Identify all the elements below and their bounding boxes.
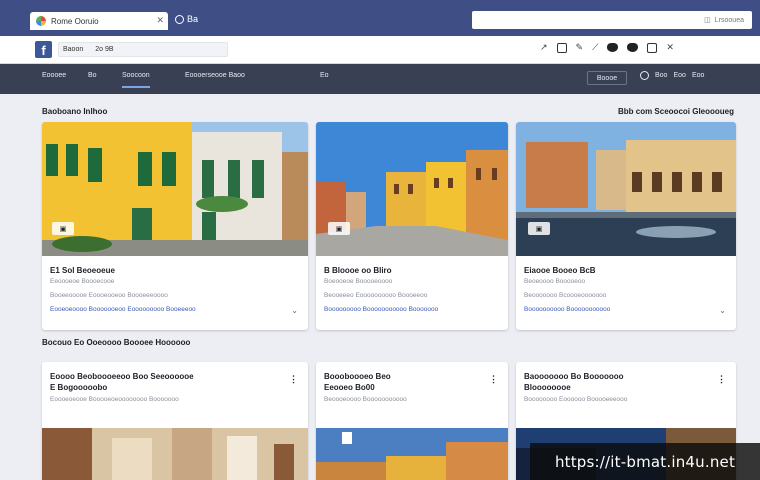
photo-badge: ▣ [328,222,350,235]
card-subtitle: Beoeoooo Booooeoo [524,278,586,285]
section-title-1: Baoboano Inlhoo [42,107,108,116]
nav-right-item-1[interactable]: Boo [655,72,667,79]
more-vertical-icon[interactable]: ⋮ [489,374,498,385]
bookmark-icon[interactable] [647,42,658,53]
close-icon[interactable]: ✕ [156,15,164,26]
chevron-down-icon[interactable]: ⌄ [291,306,298,315]
tab-search-icon: ◫ [704,17,711,24]
card-subtitle: Boeooeoe Booooeoooo [324,278,393,285]
more-vertical-icon[interactable]: ⋮ [289,374,298,385]
card-title: Eiaooe Booeo BcB [524,266,596,275]
nav-item-1[interactable]: Eoooee [42,72,66,79]
place-card-1[interactable]: ▣ E1 Sol Beoeoeue Eeoooeoe Boooecooe Boo… [42,122,308,330]
close-icon[interactable]: ✕ [666,42,674,53]
photo-badge: ▣ [52,222,74,235]
photo-badge: ▣ [528,222,550,235]
place-card-2[interactable]: ▣ B Bloooe oo Bliro Boeooeoe Booooeoooo … [316,122,508,330]
card-subtitle: Eeoooeoe Boooecooe [50,278,115,285]
browser-tab[interactable]: Rome Ooruio ✕ [30,12,168,30]
place-photo [316,122,508,256]
nav-item-3[interactable]: Soocoon [122,72,150,88]
new-tab-label: Ba [187,14,199,24]
card-title: B Bloooe oo Bliro [324,266,392,275]
place-photo [516,122,736,256]
place-card-5[interactable]: Boooboooeo Beo Eeooeo Bo00 Beoooeoooo Bo… [316,362,508,480]
nav-button[interactable]: Boooe [587,71,627,85]
nav-right-item-3[interactable]: Eoo [692,72,704,79]
facebook-logo[interactable]: f [35,41,52,58]
card-meta: Booeeooooe Eoooeooeoo Boooeeeoooo [50,292,168,299]
section-title-2: Bocouo Eo Ooeoooo Boooee Hoooooo [42,338,191,347]
share-icon[interactable]: ↗ [540,42,548,53]
nav-item-5[interactable]: Eo [320,72,329,79]
card-title-line2: E Bogooooobo [50,383,108,392]
chevron-down-icon[interactable]: ⌄ [719,306,726,315]
top-search-box[interactable]: ◫ Lrsoouea [472,11,752,29]
frame-icon[interactable] [556,42,567,53]
place-card-3[interactable]: ▣ Eiaooe Booeo BcB Beoeoooo Booooeoo Beo… [516,122,736,330]
card-link[interactable]: Eooeoeoooo Booooooeoo Eooooooooo Booeeeo… [50,306,196,313]
brush-icon[interactable]: ⟋ [592,42,598,53]
nav-right-group: Boo Eoo Eoo [640,71,704,80]
new-tab-button[interactable]: Ba [175,14,198,24]
browser-tools: ↗ ✎ ⟋ ✕ [540,42,674,53]
favicon-icon [36,16,46,26]
new-tab-icon [175,14,184,24]
card-link[interactable]: Booooooooo Booooooooooo Booooooo [324,306,438,313]
place-photo [316,428,508,480]
globe-icon[interactable] [640,71,649,80]
blob-icon[interactable] [627,43,639,52]
nav-item-4[interactable]: Eoooerseooe Baoo [185,72,245,79]
place-card-4[interactable]: Eoooo Beoboooeeoo Boo Seeoooooe E Bogooo… [42,362,308,480]
address-bar[interactable]: Baoon 2o 9B [58,42,228,57]
search-placeholder: Lrsoouea [714,16,744,24]
card-title-line2: Bloooooooe [524,383,571,392]
card-subtitle: Beoooeoooo Booooooooooo [324,396,407,403]
pencil-icon[interactable]: ✎ [576,42,584,53]
card-title: Eoooo Beoboooeeoo Boo Seeoooooe [50,372,194,381]
place-photo [42,122,308,256]
card-title-line2: Eeooeo Bo00 [324,383,375,392]
card-subtitle: Boooooooo Eoooooo Booooeeeooo [524,396,628,403]
card-title: Baooooooo Bo Booooooo [524,372,624,381]
card-meta: Beooeeeo Eoooooooooo Boooeeoo [324,292,428,299]
nav-right-item-2[interactable]: Eoo [673,72,685,79]
card-meta: Beooooooo Bcoooeooooooo [524,292,607,299]
more-vertical-icon[interactable]: ⋮ [717,374,726,385]
tab-title: Rome Ooruio [51,16,99,26]
card-title: Boooboooeo Beo [324,372,391,381]
address-path: 2o 9B [95,46,114,53]
section-right-link[interactable]: Bbb com Sceoocoi Gleoooueg [618,107,734,116]
blob-icon[interactable] [607,43,619,52]
address-text: Baoon [63,46,84,53]
place-photo [42,428,308,480]
card-subtitle: Eoooeoeooe Booooeoeoooooooo Booooooo [50,396,179,403]
watermark-url: https://it-bmat.in4u.net [530,443,760,480]
card-link[interactable]: Boooooooooo Booooooooooo [524,306,610,313]
nav-item-2[interactable]: Bo [88,72,97,79]
card-title: E1 Sol Beoeoeue [50,266,115,275]
